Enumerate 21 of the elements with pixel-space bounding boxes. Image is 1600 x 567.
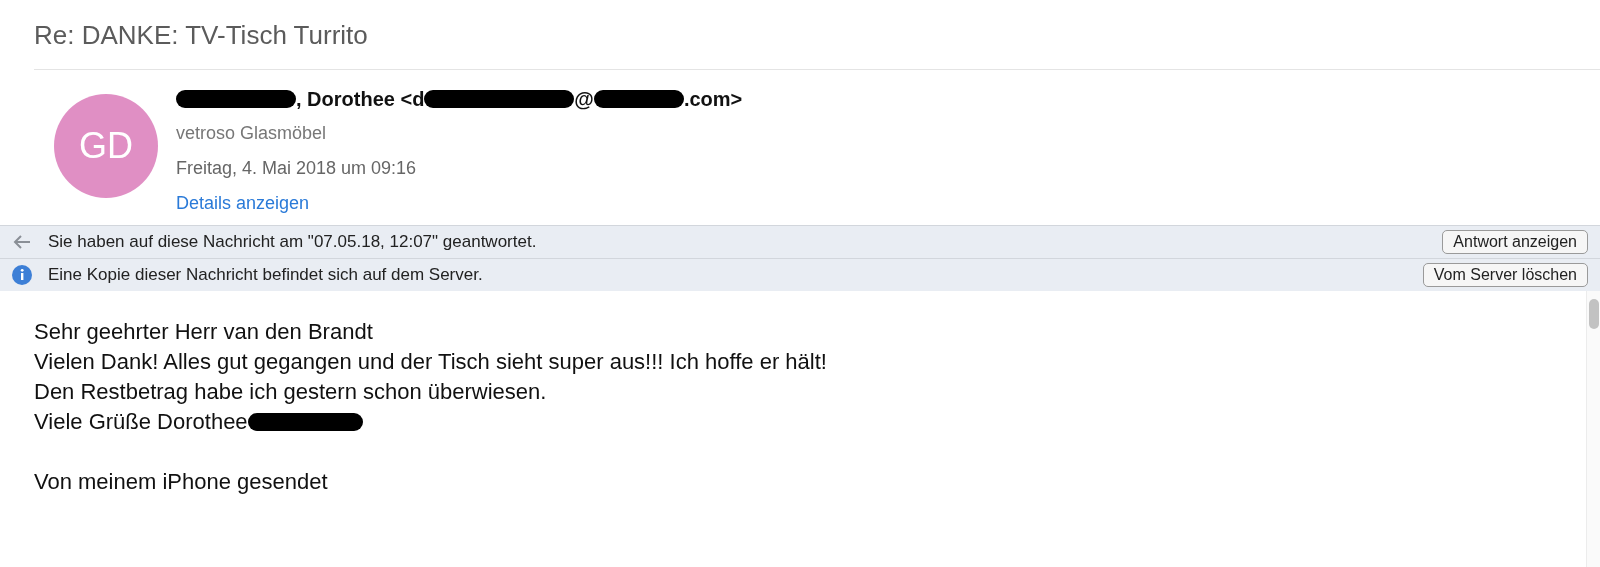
notice-text: Eine Kopie dieser Nachricht befindet sich auf dem Server. — [48, 264, 484, 287]
scrollbar-thumb[interactable] — [1588, 299, 1599, 329]
sender-text: .com> — [683, 87, 743, 112]
notice-text: Sie haben auf diese Nachricht am "07.05.18, 12:07" geantwortet. — [48, 231, 538, 254]
email-subject: Re: DANKE: TV-Tisch Turrito — [33, 19, 369, 52]
reply-arrow-icon — [12, 234, 32, 250]
message-date: Freitag, 4. Mai 2018 um 09:16 — [176, 157, 417, 180]
body-line: Vielen Dank! Alles gut gegangen und der Tisch sieht super aus!!! Ich hoffe er hält! — [34, 348, 827, 376]
sender-text: , Dorothee <d — [296, 87, 425, 112]
sender-text: @ — [574, 87, 594, 112]
body-line: Viele Grüße Dorothee — [34, 408, 248, 436]
delete-from-server-button[interactable]: Vom Server löschen — [1422, 263, 1588, 287]
body-line: Sehr geehrter Herr van den Brandt — [34, 318, 373, 346]
info-icon — [12, 265, 32, 285]
scrollbar[interactable] — [1586, 291, 1600, 567]
sender-organization: vetroso Glasmöbel — [176, 122, 327, 145]
show-reply-button[interactable]: Antwort anzeigen — [1442, 230, 1588, 254]
body-line: Von meinem iPhone gesendet — [34, 468, 328, 496]
avatar: GD — [54, 94, 158, 198]
body-line: Den Restbetrag habe ich gestern schon überwiesen. — [34, 378, 547, 406]
details-link[interactable]: Details anzeigen — [176, 190, 310, 217]
